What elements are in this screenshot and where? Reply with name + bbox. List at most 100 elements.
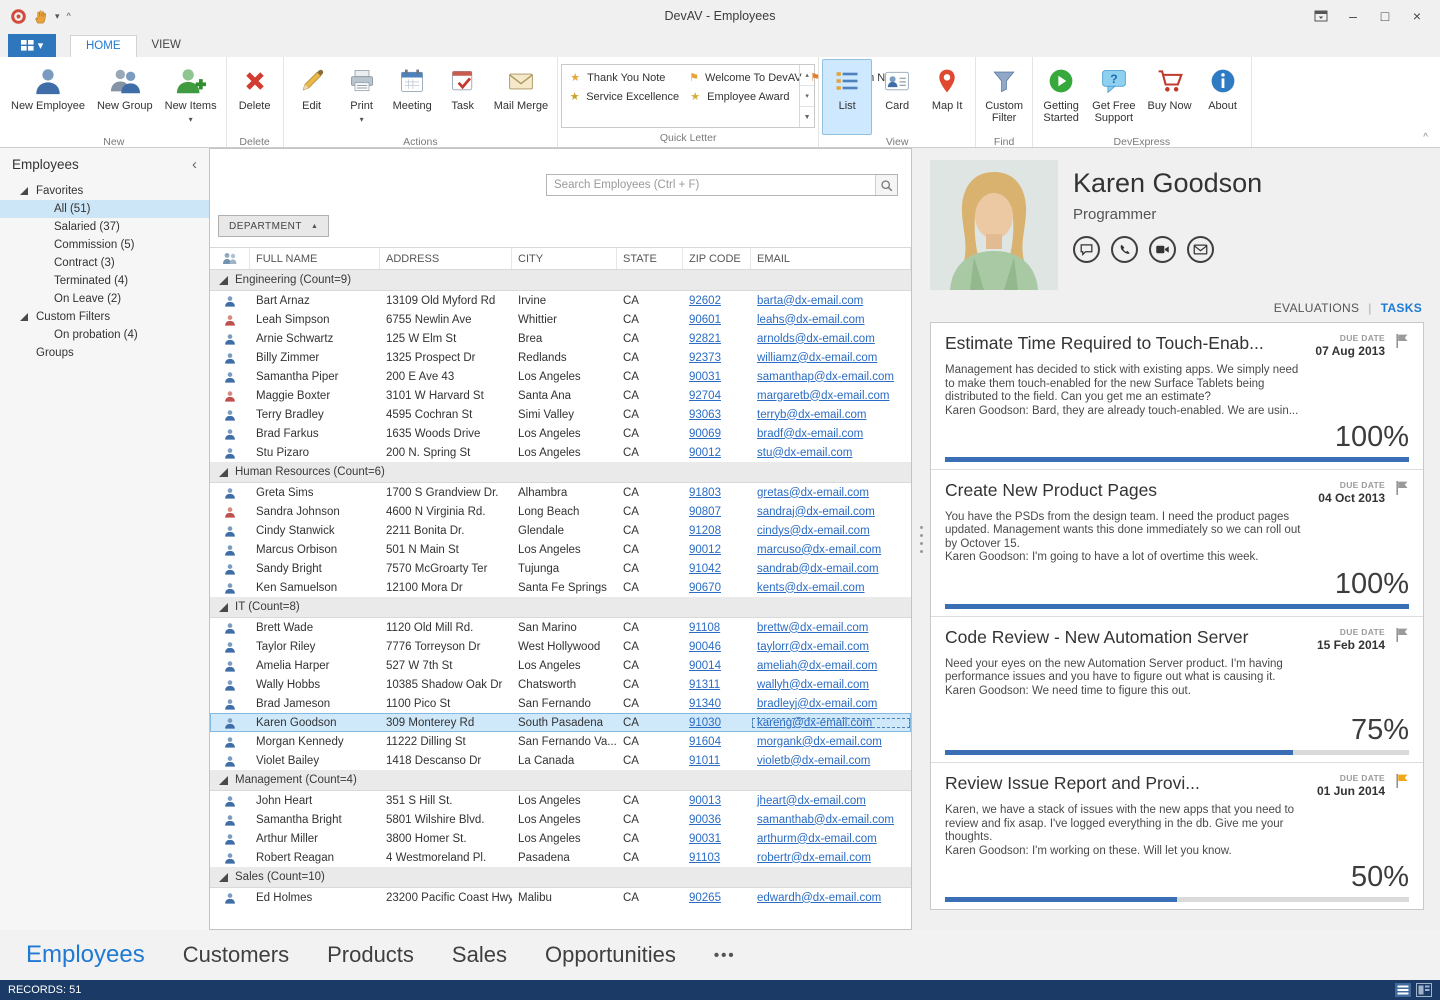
task-card[interactable]: Code Review - New Automation ServerDUE D… xyxy=(931,617,1423,764)
email-link[interactable]: edwardh@dx-email.com xyxy=(757,892,881,904)
table-row[interactable]: Samantha Piper200 E Ave 43Los AngelesCA9… xyxy=(210,367,911,386)
gallery-expand-icon[interactable]: ▼ xyxy=(800,107,814,127)
card-view-button[interactable]: Card xyxy=(872,59,922,135)
email-link[interactable]: marcuso@dx-email.com xyxy=(757,544,881,556)
sidebar-item-on-leave-2[interactable]: On Leave (2) xyxy=(0,290,209,308)
buy-now-button[interactable]: Buy Now xyxy=(1142,59,1198,135)
zip-link[interactable]: 92704 xyxy=(689,390,721,402)
tab-view[interactable]: VIEW xyxy=(137,35,196,57)
email-link[interactable]: barta@dx-email.com xyxy=(757,295,863,307)
zip-link[interactable]: 91103 xyxy=(689,852,720,864)
table-row[interactable]: Maggie Boxter3101 W Harvard StSanta AnaC… xyxy=(210,386,911,405)
expand-icon[interactable] xyxy=(219,776,228,785)
maximize-button[interactable]: □ xyxy=(1370,5,1400,27)
layout-card-icon[interactable] xyxy=(1416,983,1432,997)
email-link[interactable]: bradleyj@dx-email.com xyxy=(757,698,877,710)
email-link[interactable]: wallyh@dx-email.com xyxy=(757,679,869,691)
expand-icon[interactable] xyxy=(20,187,29,196)
zip-link[interactable]: 91311 xyxy=(689,679,720,691)
sidebar-group-favorites[interactable]: Favorites xyxy=(0,182,209,200)
table-row[interactable]: Brad Jameson1100 Pico StSan FernandoCA91… xyxy=(210,694,911,713)
email-link[interactable]: gretas@dx-email.com xyxy=(757,487,869,499)
mail-merge-button[interactable]: Mail Merge xyxy=(488,59,554,135)
zip-link[interactable]: 90046 xyxy=(689,641,721,653)
zip-link[interactable]: 91604 xyxy=(689,736,721,748)
sidebar-group-groups[interactable]: Groups xyxy=(0,344,209,362)
table-row[interactable]: Arnie Schwartz125 W Elm StBreaCA92821arn… xyxy=(210,329,911,348)
sidebar-collapse-icon[interactable]: ‹ xyxy=(192,160,197,170)
zip-link[interactable]: 90031 xyxy=(689,371,721,383)
chat-icon[interactable] xyxy=(1073,236,1100,263)
group-row[interactable]: Human Resources (Count=6) xyxy=(210,462,911,483)
zip-link[interactable]: 90265 xyxy=(689,892,721,904)
email-link[interactable]: brettw@dx-email.com xyxy=(757,622,868,634)
custom-filter-button[interactable]: Custom Filter xyxy=(979,59,1029,135)
email-link[interactable]: jheart@dx-email.com xyxy=(757,795,866,807)
zip-link[interactable]: 92602 xyxy=(689,295,721,307)
sidebar-item-salaried-37[interactable]: Salaried (37) xyxy=(0,218,209,236)
panel-splitter[interactable] xyxy=(912,148,930,930)
people-icon[interactable] xyxy=(210,248,250,269)
meeting-button[interactable]: Meeting xyxy=(387,59,438,135)
application-menu-button[interactable]: ▾ xyxy=(8,34,56,57)
column-header-state[interactable]: STATE xyxy=(617,248,683,269)
flag-icon[interactable] xyxy=(1395,773,1409,789)
zip-link[interactable]: 91108 xyxy=(689,622,720,634)
video-icon[interactable] xyxy=(1149,236,1176,263)
table-row[interactable]: Samantha Bright5801 Wilshire Blvd.Los An… xyxy=(210,810,911,829)
hand-icon[interactable] xyxy=(34,9,48,24)
email-link[interactable]: robertr@dx-email.com xyxy=(757,852,871,864)
email-link[interactable]: sandraj@dx-email.com xyxy=(757,506,875,518)
zip-link[interactable]: 92821 xyxy=(689,333,721,345)
table-row[interactable]: Brad Farkus1635 Woods DriveLos AngelesCA… xyxy=(210,424,911,443)
zip-link[interactable]: 91030 xyxy=(689,717,721,729)
flag-icon[interactable] xyxy=(1395,333,1409,349)
quick-letter-item-welcome-to-devav[interactable]: ⚑Welcome To DevAV xyxy=(684,68,804,87)
about-button[interactable]: About xyxy=(1198,59,1248,135)
email-link[interactable]: morgank@dx-email.com xyxy=(757,736,882,748)
email-link[interactable]: arnolds@dx-email.com xyxy=(757,333,875,345)
quick-letter-item-service-excellence[interactable]: ★Service Excellence xyxy=(564,87,684,106)
new-items-button[interactable]: New Items ▾ xyxy=(159,59,223,135)
table-row[interactable]: Marcus Orbison501 N Main StLos AngelesCA… xyxy=(210,540,911,559)
zip-link[interactable]: 90013 xyxy=(689,795,721,807)
table-row[interactable]: Leah Simpson6755 Newlin AveWhittierCA906… xyxy=(210,310,911,329)
mail-icon[interactable] xyxy=(1187,236,1214,263)
email-link[interactable]: cindys@dx-email.com xyxy=(757,525,870,537)
bottom-nav-employees[interactable]: Employees xyxy=(26,941,145,969)
email-link[interactable]: arthurm@dx-email.com xyxy=(757,833,877,845)
table-row[interactable]: John Heart351 S Hill St.Los AngelesCA900… xyxy=(210,791,911,810)
email-link[interactable]: kareng@dx-email.com xyxy=(757,717,872,729)
email-link[interactable]: terryb@dx-email.com xyxy=(757,409,866,421)
email-link[interactable]: taylorr@dx-email.com xyxy=(757,641,869,653)
task-card[interactable]: Review Issue Report and Provi...DUE DATE… xyxy=(931,763,1423,909)
sidebar-item-commission-5[interactable]: Commission (5) xyxy=(0,236,209,254)
table-row[interactable]: Robert Reagan4 Westmoreland Pl.PasadenaC… xyxy=(210,848,911,867)
table-row[interactable]: Billy Zimmer1325 Prospect DrRedlandsCA92… xyxy=(210,348,911,367)
table-row[interactable]: Sandra Johnson4600 N Virginia Rd.Long Be… xyxy=(210,502,911,521)
ribbon-collapse-icon[interactable]: ^ xyxy=(1423,132,1428,143)
column-header-address[interactable]: ADDRESS xyxy=(380,248,512,269)
new-group-button[interactable]: New Group xyxy=(91,59,159,135)
group-row[interactable]: Sales (Count=10) xyxy=(210,867,911,888)
table-row[interactable]: Bart Arnaz13109 Old Myford RdIrvineCA926… xyxy=(210,291,911,310)
delete-button[interactable]: Delete xyxy=(230,59,280,135)
zip-link[interactable]: 90601 xyxy=(689,314,721,326)
email-link[interactable]: violetb@dx-email.com xyxy=(757,755,870,767)
sidebar-item-contract-3[interactable]: Contract (3) xyxy=(0,254,209,272)
table-row[interactable]: Violet Bailey1418 Descanso DrLa CanadaCA… xyxy=(210,751,911,770)
bottom-nav-products[interactable]: Products xyxy=(327,942,414,968)
email-link[interactable]: margaretb@dx-email.com xyxy=(757,390,889,402)
email-link[interactable]: ameliah@dx-email.com xyxy=(757,660,877,672)
zip-link[interactable]: 91208 xyxy=(689,525,721,537)
task-button[interactable]: Task xyxy=(438,59,488,135)
zip-link[interactable]: 91042 xyxy=(689,563,721,575)
new-employee-button[interactable]: New Employee xyxy=(5,59,91,135)
sidebar-item-on-probation-4[interactable]: On probation (4) xyxy=(0,326,209,344)
email-link[interactable]: samanthab@dx-email.com xyxy=(757,814,894,826)
quick-letter-item-employee-award[interactable]: ★Employee Award xyxy=(684,87,804,106)
search-input[interactable] xyxy=(547,175,875,195)
task-card[interactable]: Estimate Time Required to Touch-Enab...D… xyxy=(931,323,1423,470)
email-link[interactable]: leahs@dx-email.com xyxy=(757,314,865,326)
tab-evaluations[interactable]: EVALUATIONS xyxy=(1274,301,1360,315)
